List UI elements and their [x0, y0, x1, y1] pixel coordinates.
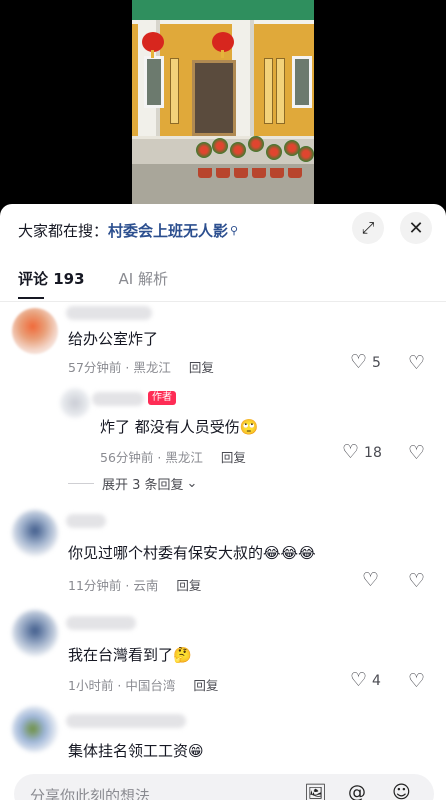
like-button[interactable]: ♡: [362, 571, 379, 590]
emoji: 🤔: [173, 646, 192, 664]
comment-text: 集体挂名领工工资: [68, 742, 189, 760]
expand-replies-label: 展开 3 条回复: [102, 478, 184, 493]
broken-heart-icon[interactable]: ♡: [408, 570, 425, 592]
window: [292, 56, 312, 108]
image-icon[interactable]: 🖼: [304, 783, 327, 800]
comment-meta: 1小时前 · 中国台湾 回复: [68, 675, 218, 694]
comment-tabs: 评论 193 AI 解析: [18, 268, 168, 299]
divider-line: [68, 483, 94, 484]
emoji-icon[interactable]: ☺: [392, 782, 411, 800]
close-button[interactable]: ✕: [400, 212, 432, 244]
comment-text: 炸了 都没有人员受伤: [100, 418, 240, 436]
comment-meta: 57分钟前 · 黑龙江 回复: [68, 357, 214, 376]
comment-time-location: 56分钟前 · 黑龙江: [100, 450, 203, 465]
chevron-down-icon: ⌄: [186, 476, 198, 491]
username[interactable]: [66, 616, 136, 630]
comment-text: 你见过哪个村委有保安大叔的: [68, 544, 264, 562]
comment-sheet: 大家都在搜： 村委会上班无人影 ⚲ ⤢ ✕ 评论 193 AI 解析 给办公室炸…: [0, 204, 446, 800]
emoji: 😂😂😂: [263, 544, 316, 562]
avatar[interactable]: [12, 610, 58, 656]
window: [144, 56, 164, 108]
comment-text-row: 你见过哪个村委有保安大叔的😂😂😂: [68, 542, 316, 563]
reply-button[interactable]: 回复: [193, 678, 218, 693]
avatar[interactable]: [12, 706, 58, 752]
username[interactable]: [66, 714, 186, 728]
at-icon[interactable]: @: [348, 782, 366, 800]
reply-button[interactable]: 回复: [221, 450, 246, 465]
broken-heart-icon[interactable]: ♡: [408, 442, 425, 464]
comment-meta: 56分钟前 · 黑龙江 回复: [100, 447, 246, 466]
emoji: 🙄: [239, 418, 259, 436]
heart-icon: ♡: [342, 441, 360, 463]
comment-input-bar: 分享你此刻的想法 🖼 @ ☺: [0, 770, 446, 800]
comment-text-row: 我在台灣看到了🤔: [68, 644, 192, 665]
username[interactable]: [66, 514, 106, 528]
author-badge: 作者: [148, 391, 176, 405]
comment-text-row: 炸了 都没有人员受伤🙄: [100, 416, 258, 437]
username[interactable]: [92, 392, 144, 406]
plaque: [264, 58, 273, 124]
video-frame[interactable]: [132, 0, 314, 210]
search-icon: ⚲: [230, 223, 239, 237]
comment-text: 给办公室炸了: [68, 330, 159, 348]
heart-icon: ♡: [350, 669, 368, 691]
emoji: 😁: [188, 742, 204, 760]
comment-text-row: 集体挂名领工工资😁: [68, 740, 204, 761]
tab-ai-analysis[interactable]: AI 解析: [119, 268, 168, 299]
red-lantern: [142, 32, 164, 58]
plaque: [170, 58, 179, 124]
comment-time-location: 57分钟前 · 黑龙江: [68, 360, 171, 375]
trending-search-prefix: 大家都在搜：: [18, 221, 109, 240]
reply-button[interactable]: 回复: [176, 578, 201, 593]
expand-replies-button[interactable]: 展开 3 条回复 ⌄: [68, 474, 197, 493]
comment-time-location: 11分钟前 · 云南: [68, 578, 159, 593]
like-count: 5: [372, 354, 381, 371]
flower-pots: [194, 132, 314, 178]
comment-meta: 11分钟前 · 云南 回复: [68, 575, 201, 594]
username[interactable]: [66, 306, 152, 320]
broken-heart-icon[interactable]: ♡: [408, 670, 425, 692]
heart-icon: ♡: [350, 351, 368, 373]
heart-icon: ♡: [362, 569, 380, 591]
expand-button[interactable]: ⤢: [352, 212, 384, 244]
comment-input[interactable]: 分享你此刻的想法 🖼 @ ☺: [14, 774, 434, 800]
avatar[interactable]: [12, 308, 58, 354]
like-button[interactable]: ♡ 18: [342, 443, 382, 462]
red-lantern: [212, 32, 234, 58]
comment-text: 我在台灣看到了: [68, 646, 174, 664]
reply-button[interactable]: 回复: [189, 360, 214, 375]
comment-input-placeholder: 分享你此刻的想法: [30, 787, 151, 800]
video-area[interactable]: [0, 0, 446, 210]
tab-comments[interactable]: 评论 193: [18, 268, 85, 299]
expand-icon: ⤢: [361, 218, 375, 237]
avatar[interactable]: [60, 388, 90, 418]
trending-search-term[interactable]: 村委会上班无人影: [108, 220, 228, 241]
broken-heart-icon[interactable]: ♡: [408, 352, 425, 374]
plaque: [276, 58, 285, 124]
like-button[interactable]: ♡ 4: [350, 671, 381, 690]
door: [192, 60, 236, 136]
comment-time-location: 1小时前 · 中国台湾: [68, 678, 176, 693]
like-count: 18: [364, 444, 382, 461]
avatar[interactable]: [12, 510, 58, 556]
tabs-divider: [0, 301, 446, 302]
like-button[interactable]: ♡ 5: [350, 353, 381, 372]
close-icon: ✕: [408, 217, 424, 239]
like-count: 4: [372, 672, 381, 689]
